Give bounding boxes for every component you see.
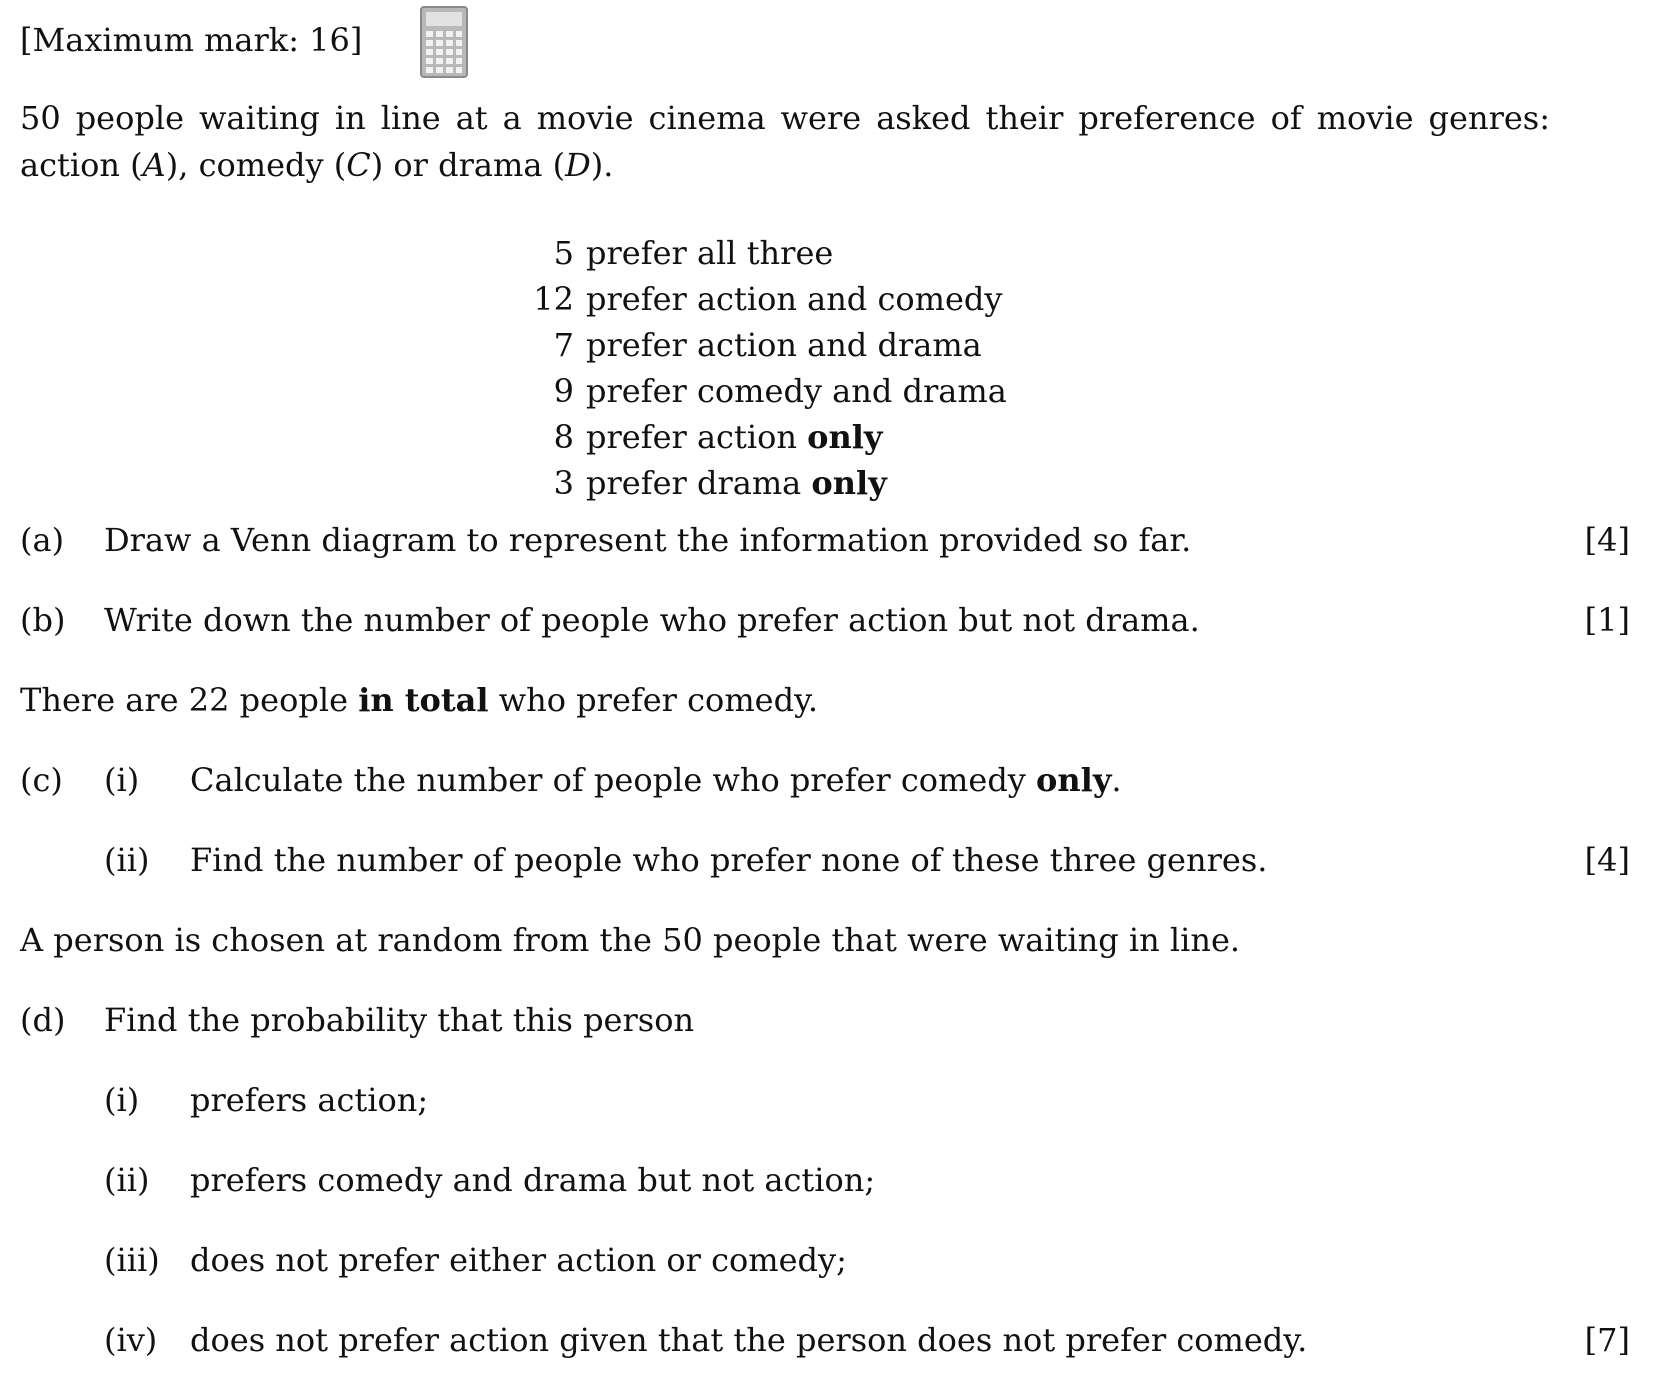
part-d-i-text: prefers action; (190, 1081, 429, 1119)
part-d-iii-label: (iii) (104, 1241, 160, 1279)
intro-line-2: action (A), comedy (C) or drama (D). (20, 146, 614, 184)
part-d-label: (d) (20, 1001, 66, 1039)
statement: 12 prefer action and comedy (533, 280, 1003, 318)
max-mark: [Maximum mark: 16] (20, 21, 363, 59)
intro-line-1: 50 people waiting in line at a movie cin… (20, 99, 1550, 137)
part-b-text: Write down the number of people who pref… (104, 601, 1200, 639)
var-a: A (142, 146, 166, 184)
calculator-icon (420, 6, 468, 78)
statement: 8 prefer action only (553, 418, 883, 456)
part-c-label: (c) (20, 761, 63, 799)
info-comedy: There are 22 people in total who prefer … (20, 681, 819, 719)
part-d-marks: [7] (1584, 1321, 1630, 1359)
part-c-i-label: (i) (104, 761, 140, 799)
statement-list: 5 prefer all three 12 prefer action and co… (533, 230, 1060, 506)
part-a-marks: [4] (1584, 521, 1630, 559)
part-c-i-text: Calculate the number of people who prefe… (190, 761, 1122, 799)
statement: 5 prefer all three (553, 234, 834, 272)
statement: 3 prefer drama only (553, 464, 887, 502)
part-d-iv-text: does not prefer action given that the pe… (190, 1321, 1308, 1359)
part-b-marks: [1] (1584, 601, 1630, 639)
part-c-ii-text: Find the number of people who prefer non… (190, 841, 1268, 879)
part-b-label: (b) (20, 601, 66, 639)
part-d-ii-label: (ii) (104, 1161, 150, 1199)
part-d-iv-label: (iv) (104, 1321, 158, 1359)
part-c-marks: [4] (1584, 841, 1630, 879)
part-d-ii-text: prefers comedy and drama but not action; (190, 1161, 876, 1199)
part-c-ii-label: (ii) (104, 841, 150, 879)
var-d: D (565, 146, 591, 184)
info-random: A person is chosen at random from the 50… (20, 921, 1241, 959)
statement: 9 prefer comedy and drama (553, 372, 1007, 410)
part-d-iii-text: does not prefer either action or comedy; (190, 1241, 847, 1279)
part-a-label: (a) (20, 521, 65, 559)
part-a-text: Draw a Venn diagram to represent the inf… (104, 521, 1192, 559)
statement: 7 prefer action and drama (553, 326, 982, 364)
part-d-i-label: (i) (104, 1081, 140, 1119)
part-d-text: Find the probability that this person (104, 1001, 695, 1039)
var-c: C (346, 146, 371, 184)
